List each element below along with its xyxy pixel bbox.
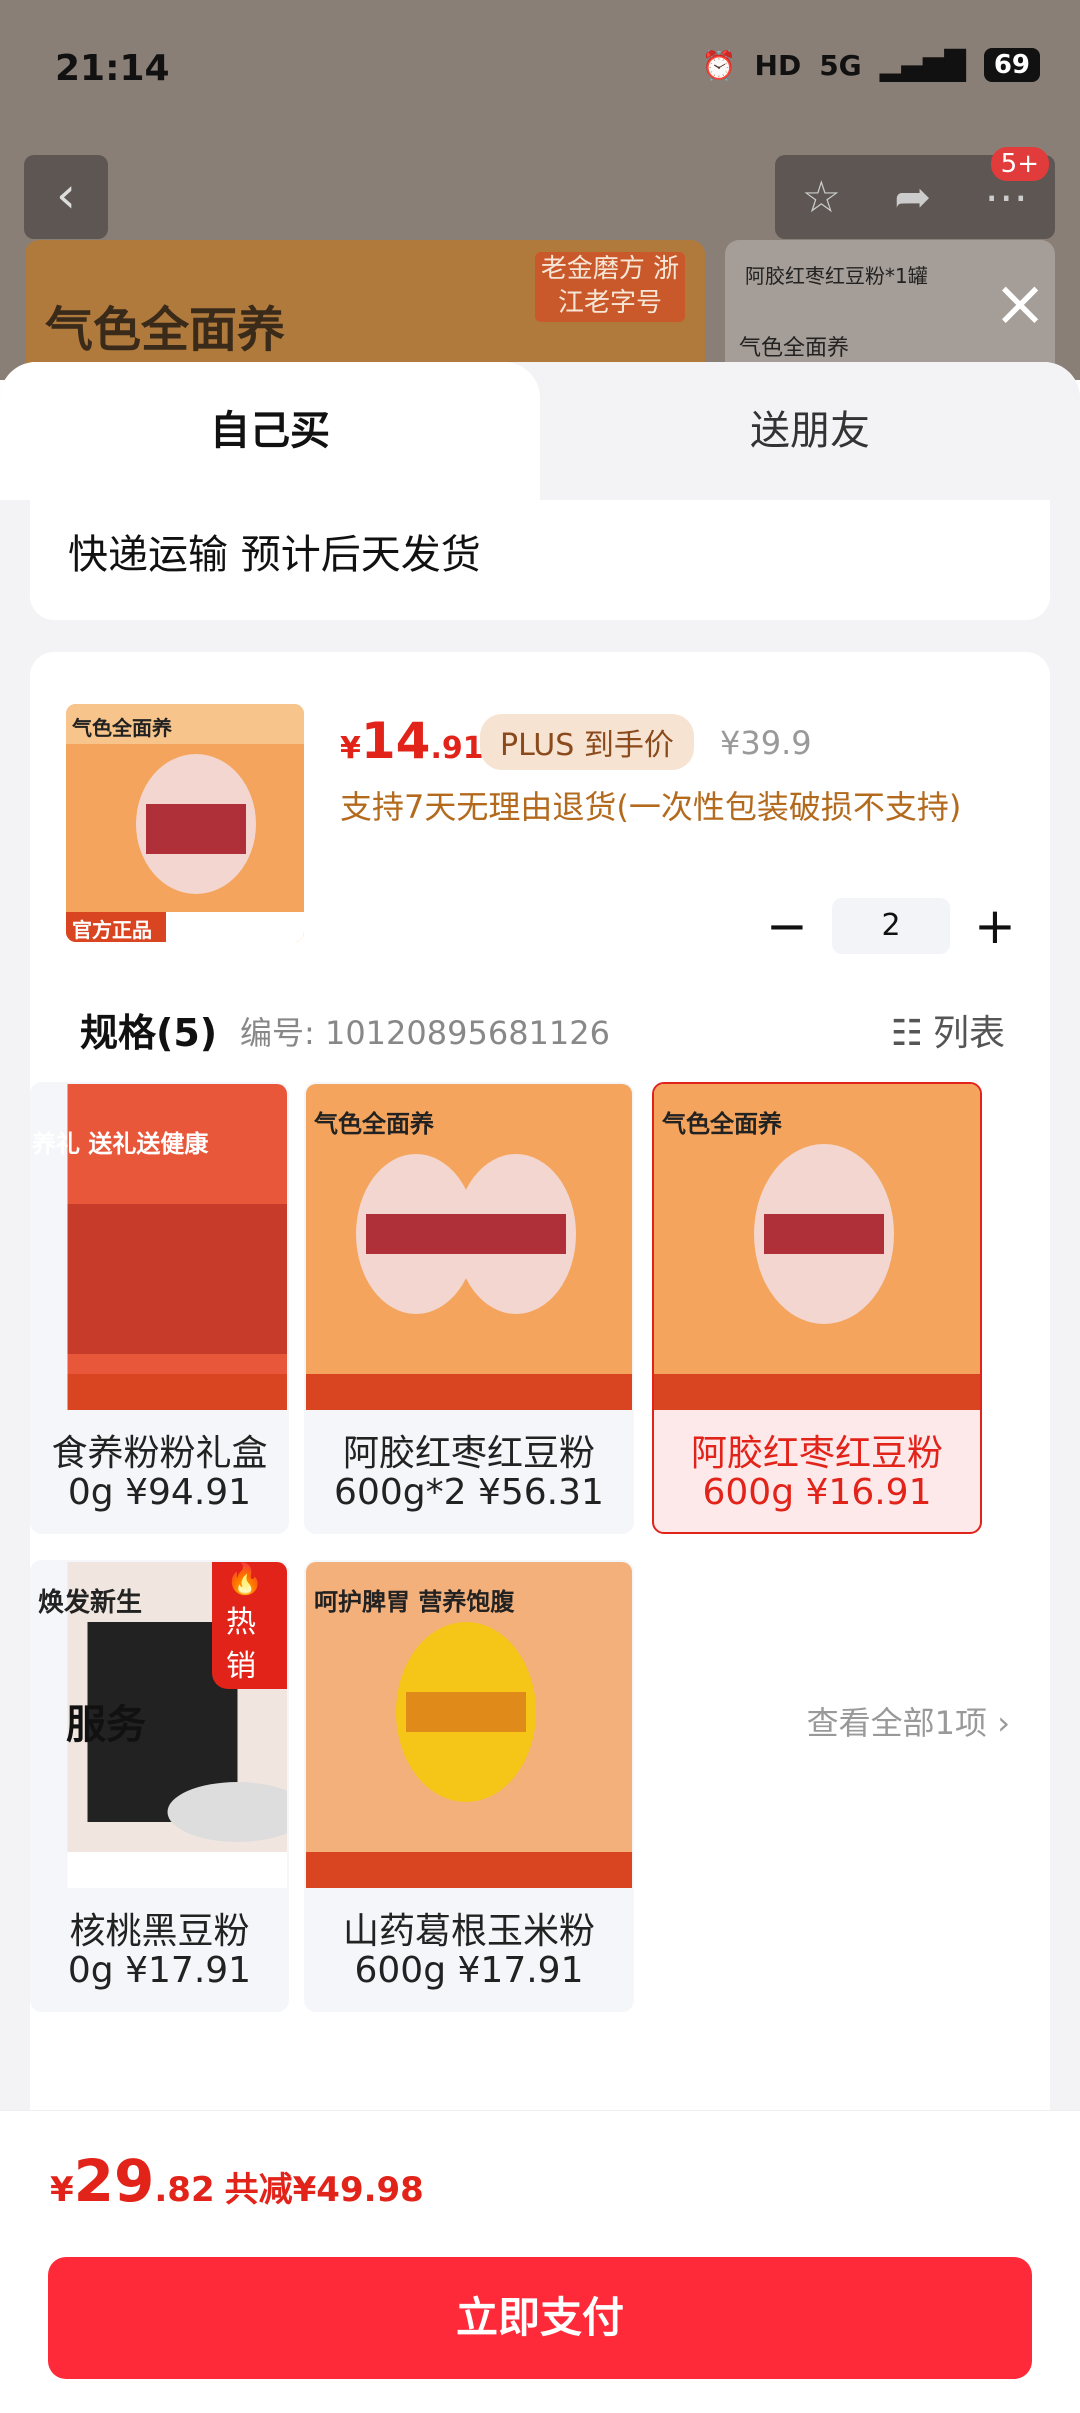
item-tag: 养礼 送礼送健康	[32, 1130, 209, 1158]
list-view-button[interactable]: ☷ 列表	[891, 1004, 1005, 1056]
share-icon[interactable]: ➦	[894, 172, 931, 223]
service-more-label: 查看全部1项	[806, 1704, 988, 1742]
shipping-info: 快递运输 预计后天发货	[30, 500, 1050, 620]
minus-button[interactable]: −	[762, 897, 812, 955]
product-price: ¥14.91	[340, 712, 484, 770]
product-thumbnail[interactable]: 气色全面养 官方正品	[66, 704, 304, 942]
list-label: 列表	[932, 1013, 1005, 1054]
chevron-left-icon: ‹	[56, 166, 76, 224]
status-bar: 21:14 ⏰ HD 5G ▂▄▆█ 69	[0, 0, 1080, 140]
plus-button[interactable]: +	[970, 897, 1020, 955]
service-title: 服务	[66, 1702, 146, 1748]
item-tag: 气色全面养	[314, 1110, 434, 1138]
brand-logo: 老金磨方 浙江老字号	[535, 252, 685, 322]
total-int: 29	[73, 2147, 155, 2215]
item-price: 0g ¥94.91	[67, 1472, 252, 1513]
signal-icon: ▂▄▆█	[879, 48, 966, 82]
alarm-icon: ⏰	[701, 48, 737, 82]
thumb-tag: 官方正品	[72, 918, 152, 942]
item-name: 食养粉粉礼盒	[51, 1433, 268, 1474]
chevron-right-icon: ›	[997, 1704, 1010, 1742]
spec-item-selected[interactable]: 气色全面养 阿胶红枣红豆粉 600g ¥16.91	[652, 1082, 982, 1534]
shipping-text: 快递运输 预计后天发货	[68, 532, 481, 578]
status-icons: ⏰ HD 5G ▂▄▆█ 69	[702, 48, 1040, 82]
item-tag: 焕发新生	[38, 1588, 143, 1618]
item-price: 600g ¥17.91	[354, 1950, 584, 1991]
banner-right-sub: 气色全面养	[739, 336, 850, 361]
battery-icon: 69	[983, 48, 1040, 82]
spec-item[interactable]: 呵护脾胃 营养饱腹 山药葛根玉米粉 600g ¥17.91	[304, 1560, 634, 2012]
hot-badge: 🔥 热销	[212, 1562, 287, 1689]
item-name: 核桃黑豆粉	[69, 1911, 250, 1952]
banner-title: 气色全面养	[45, 302, 286, 358]
item-name: 阿胶红枣红豆粉	[342, 1433, 595, 1474]
hd-icon: HD	[754, 48, 802, 82]
price-dec: .91	[430, 731, 484, 766]
item-tag: 呵护脾胃 营养饱腹	[314, 1588, 515, 1616]
price-int: 14	[360, 712, 431, 770]
item-tag: 气色全面养	[662, 1110, 782, 1138]
item-name: 阿胶红枣红豆粉	[690, 1433, 943, 1474]
action-box: ☆ ➦ ⋯ 5+	[775, 147, 1055, 239]
tab-self[interactable]: 自己买	[0, 362, 540, 500]
service-more-link[interactable]: 查看全部1项 ›	[807, 1698, 1010, 1744]
fire-icon: 🔥	[226, 1562, 264, 1597]
back-button[interactable]: ‹	[24, 155, 108, 239]
tab-bar: 自己买 送朋友	[0, 362, 1080, 500]
star-icon[interactable]: ☆	[802, 172, 841, 223]
total-price: ¥29.82 共减¥49.98	[50, 2147, 424, 2215]
original-price: ¥39.9	[720, 724, 812, 762]
item-price: 600g*2 ¥56.31	[334, 1472, 604, 1513]
thumb-title: 气色全面养	[72, 716, 172, 740]
item-name: 山药葛根玉米粉	[342, 1911, 595, 1952]
spec-title: 规格(5)	[80, 1011, 218, 1055]
plus-badge: PLUS 到手价	[480, 714, 694, 770]
return-policy: 支持7天无理由退货(一次性包装破损不支持)	[340, 788, 962, 826]
spec-item[interactable]: 养礼 送礼送健康 食养粉粉礼盒 0g ¥94.91	[30, 1082, 289, 1534]
total-currency: ¥	[50, 2170, 74, 2210]
quantity-stepper: − 2 +	[762, 897, 1020, 955]
quantity-value[interactable]: 2	[832, 898, 950, 954]
banner-right-title: 阿胶红枣红豆粉*1罐	[745, 264, 928, 288]
notification-badge: 5+	[990, 147, 1049, 181]
item-price: 0g ¥17.91	[67, 1950, 252, 1991]
checkout-bar: ¥29.82 共减¥49.98 立即支付	[0, 2110, 1080, 2413]
total-dec: .82	[154, 2170, 215, 2210]
network-label: 5G	[819, 48, 862, 82]
spec-item[interactable]: 🔥 热销 焕发新生 核桃黑豆粉 0g ¥17.91	[30, 1560, 289, 2012]
product-code: 编号: 10120895681126	[240, 1014, 610, 1052]
close-icon[interactable]: ×	[980, 265, 1060, 345]
top-bar: ‹ ☆ ➦ ⋯ 5+	[0, 147, 1080, 245]
discount-text: 共减¥49.98	[224, 2170, 424, 2210]
tab-gift[interactable]: 送朋友	[540, 362, 1080, 500]
clock: 21:14	[55, 48, 170, 89]
item-price: 600g ¥16.91	[702, 1472, 932, 1513]
spec-item[interactable]: 气色全面养 阿胶红枣红豆粉 600g*2 ¥56.31	[304, 1082, 634, 1534]
purchase-sheet: 自己买 送朋友 快递运输 预计后天发货 气色全面养 官方正品 ¥14.91 PL…	[0, 362, 1080, 2412]
hot-label: 热销	[226, 1605, 256, 1684]
currency: ¥	[340, 731, 361, 766]
pay-now-button[interactable]: 立即支付	[48, 2257, 1032, 2379]
list-icon: ☷	[890, 1013, 923, 1054]
